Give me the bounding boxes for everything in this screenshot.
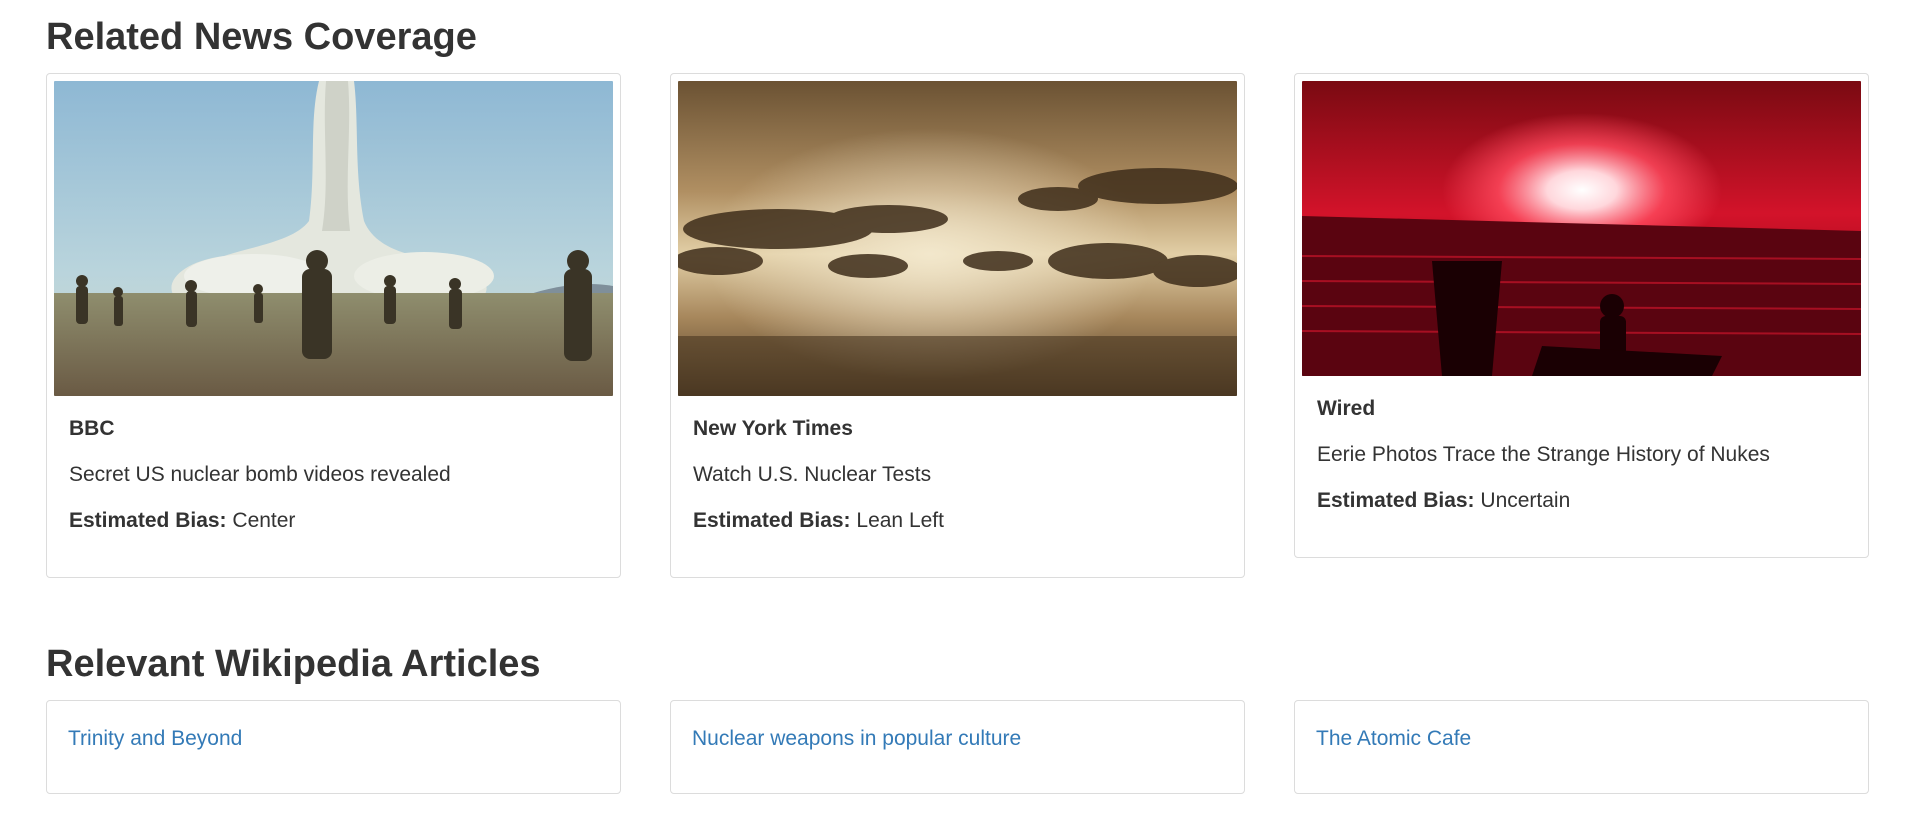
news-source: Wired [1317, 397, 1376, 420]
news-card-row: BBC Secret US nuclear bomb videos reveal… [46, 73, 1869, 583]
news-card[interactable]: Wired Eerie Photos Trace the Strange His… [1294, 73, 1869, 558]
bias-label: Estimated Bias: [1317, 489, 1475, 513]
wiki-section-title: Relevant Wikipedia Articles [46, 643, 541, 685]
news-headline[interactable]: Watch U.S. Nuclear Tests [693, 462, 1222, 487]
wiki-card: Nuclear weapons in popular culture [670, 700, 1245, 794]
bias-value: Uncertain [1474, 489, 1571, 513]
bias-value: Lean Left [850, 509, 944, 533]
wiki-link-trinity-and-beyond[interactable]: Trinity and Beyond [68, 727, 242, 750]
wiki-card-row: Trinity and Beyond Nuclear weapons in po… [46, 700, 1869, 795]
bias-label: Estimated Bias: [69, 509, 227, 533]
bias-line: Estimated Bias: Lean Left [693, 508, 1222, 533]
bias-line: Estimated Bias: Uncertain [1317, 488, 1846, 513]
news-card[interactable]: New York Times Watch U.S. Nuclear Tests … [670, 73, 1245, 578]
news-section-title: Related News Coverage [46, 16, 477, 58]
news-thumbnail-image[interactable] [54, 81, 613, 396]
news-thumbnail-image[interactable] [1302, 81, 1861, 376]
bias-label: Estimated Bias: [693, 509, 851, 533]
red-flash-photo-image [1302, 81, 1861, 376]
wiki-card: The Atomic Cafe [1294, 700, 1869, 794]
wiki-card: Trinity and Beyond [46, 700, 621, 794]
wiki-link-the-atomic-cafe[interactable]: The Atomic Cafe [1316, 727, 1471, 750]
news-card[interactable]: BBC Secret US nuclear bomb videos reveal… [46, 73, 621, 578]
news-thumbnail-image[interactable] [678, 81, 1237, 396]
wiki-link-nuclear-weapons-in-popular-culture[interactable]: Nuclear weapons in popular culture [692, 727, 1021, 750]
news-headline[interactable]: Eerie Photos Trace the Strange History o… [1317, 442, 1846, 467]
soldiers-photo-image [54, 81, 613, 396]
bias-value: Center [226, 509, 296, 533]
news-headline[interactable]: Secret US nuclear bomb videos revealed [69, 462, 598, 487]
news-source: New York Times [693, 417, 853, 440]
sepia-clouds-photo-image [678, 81, 1237, 396]
bias-line: Estimated Bias: Center [69, 508, 598, 533]
news-source: BBC [69, 417, 115, 440]
